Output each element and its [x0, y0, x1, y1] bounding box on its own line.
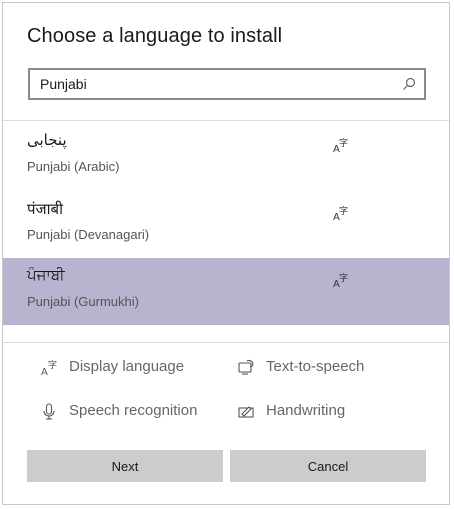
text-to-speech-icon: [238, 359, 254, 375]
svg-text:字: 字: [339, 205, 348, 217]
language-native-name: پنجابی: [27, 131, 67, 149]
language-english-name: Punjabi (Gurmukhi): [27, 294, 139, 309]
dialog-title: Choose a language to install: [27, 25, 283, 47]
microphone-icon: [43, 403, 55, 420]
next-button[interactable]: Next: [27, 450, 223, 482]
svg-text:字: 字: [48, 359, 57, 371]
feature-label: Speech recognition: [69, 402, 198, 419]
feature-label: Display language: [69, 358, 185, 375]
language-native-name: ਪੰਜਾਬੀ: [27, 266, 65, 284]
language-item-punjabi-arabic[interactable]: پنجابی Punjabi (Arabic) A 字: [3, 123, 449, 190]
search-icon[interactable]: [402, 77, 416, 91]
feature-label: Handwriting: [266, 402, 346, 419]
svg-text:字: 字: [339, 272, 348, 284]
list-top-divider: [3, 120, 449, 121]
search-box[interactable]: [28, 68, 426, 100]
list-bottom-divider: [3, 342, 449, 343]
search-input[interactable]: [40, 74, 390, 94]
language-item-punjabi-gurmukhi[interactable]: ਪੰਜਾਬੀ Punjabi (Gurmukhi) A 字: [3, 258, 449, 325]
feature-label: Text-to-speech: [266, 358, 365, 375]
language-english-name: Punjabi (Arabic): [27, 159, 120, 174]
svg-text:字: 字: [339, 137, 348, 149]
language-item-punjabi-devanagari[interactable]: पंजाबी Punjabi (Devanagari) A 字: [3, 191, 449, 258]
display-language-icon: A 字: [333, 272, 348, 288]
display-language-icon: A 字: [41, 359, 57, 377]
display-language-icon: A 字: [333, 137, 348, 153]
language-native-name: पंजाबी: [27, 200, 63, 218]
language-install-dialog: Choose a language to install پنجابی Punj…: [2, 2, 450, 505]
handwriting-icon: [238, 406, 254, 418]
display-language-icon: A 字: [333, 205, 348, 221]
svg-text:A: A: [41, 367, 48, 377]
language-english-name: Punjabi (Devanagari): [27, 227, 150, 242]
cancel-button[interactable]: Cancel: [230, 450, 426, 482]
